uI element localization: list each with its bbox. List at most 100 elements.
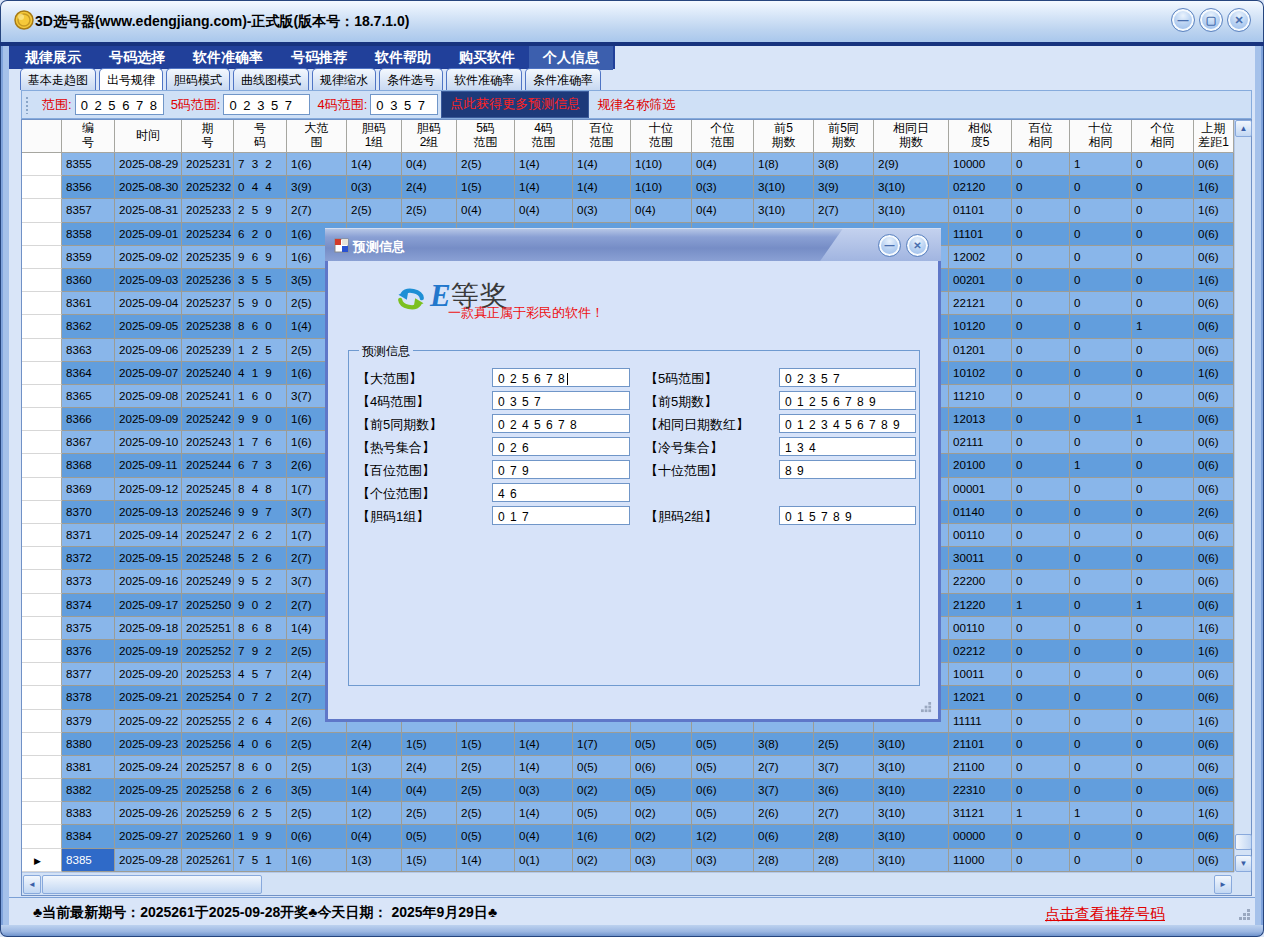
cell[interactable]: 2 6 4 (234, 710, 287, 733)
cell[interactable]: 1(4) (347, 779, 402, 802)
cell[interactable]: 2025249 (182, 570, 234, 593)
cell[interactable]: 2(4) (402, 756, 457, 779)
cell[interactable]: 01140 (949, 501, 1012, 524)
cell[interactable]: 2025-09-07 (115, 362, 182, 385)
cell[interactable]: 0 (1012, 385, 1070, 408)
cell[interactable]: 8369 (62, 478, 115, 501)
cell[interactable]: 2025-09-06 (115, 339, 182, 362)
cell[interactable]: 0(6) (287, 825, 347, 848)
cell[interactable]: 6 2 0 (234, 223, 287, 246)
cell[interactable]: 0 (1070, 570, 1132, 593)
cell[interactable]: 0 (1070, 385, 1132, 408)
cell[interactable]: 0 (1132, 663, 1194, 686)
cell[interactable]: 2025250 (182, 594, 234, 617)
cell[interactable]: 0(3) (631, 849, 692, 872)
cell[interactable]: 1(6) (573, 825, 631, 848)
cell[interactable]: 1(7) (573, 733, 631, 756)
cell[interactable]: 0 (1012, 849, 1070, 872)
cell[interactable]: 8361 (62, 292, 115, 315)
cell[interactable]: 2025-09-08 (115, 385, 182, 408)
cell[interactable]: 3(10) (874, 825, 949, 848)
cell[interactable]: 0 (1132, 825, 1194, 848)
scroll-right-button[interactable]: ► (1214, 875, 1232, 894)
cell[interactable]: 0 (1132, 153, 1194, 176)
cell[interactable]: 0 (1012, 339, 1070, 362)
cell[interactable]: 0 (1070, 339, 1132, 362)
menu-item-号码选择[interactable]: 号码选择 (95, 46, 179, 70)
cell[interactable]: 3(6) (814, 779, 874, 802)
cell[interactable]: 2025-09-13 (115, 501, 182, 524)
column-header[interactable]: 号 码 (234, 120, 287, 153)
cell[interactable]: 0 (1012, 362, 1070, 385)
cell[interactable]: 8363 (62, 339, 115, 362)
cell[interactable]: 12002 (949, 246, 1012, 269)
cell[interactable]: 8 6 0 (234, 756, 287, 779)
cell[interactable]: 8357 (62, 199, 115, 222)
cell[interactable]: 2025-09-26 (115, 802, 182, 825)
tab-出号规律[interactable]: 出号规律 (99, 68, 163, 90)
cell[interactable]: 0 (1012, 199, 1070, 222)
cell[interactable]: 1 2 5 (234, 339, 287, 362)
cell[interactable]: 21100 (949, 756, 1012, 779)
cell[interactable]: 21101 (949, 733, 1012, 756)
cell[interactable]: 0 (1012, 617, 1070, 640)
cell[interactable]: 2(7) (754, 756, 814, 779)
cell[interactable]: 8 6 8 (234, 617, 287, 640)
column-header[interactable]: 胆码 1组 (347, 120, 402, 153)
cell[interactable]: 8366 (62, 408, 115, 431)
row-indicator[interactable] (22, 246, 62, 269)
scroll-down-button[interactable]: ▼ (1235, 855, 1252, 872)
cell[interactable]: 0 (1132, 547, 1194, 570)
cell[interactable]: 2025-09-12 (115, 478, 182, 501)
cell[interactable]: 1 (1012, 802, 1070, 825)
cell[interactable]: 2025238 (182, 315, 234, 338)
cell[interactable]: 3(10) (874, 779, 949, 802)
cell[interactable]: 2(5) (457, 756, 515, 779)
cell[interactable]: 2025246 (182, 501, 234, 524)
cell[interactable]: 1 6 0 (234, 385, 287, 408)
cell[interactable]: 0 (1070, 710, 1132, 733)
cell[interactable]: 0 (1132, 570, 1194, 593)
cell[interactable]: 0(6) (1194, 686, 1234, 709)
row-indicator[interactable] (22, 431, 62, 454)
cell[interactable]: 0 (1070, 292, 1132, 315)
cell[interactable]: 0 (1012, 547, 1070, 570)
cell[interactable]: 1(4) (573, 153, 631, 176)
cell[interactable]: 0 (1132, 454, 1194, 477)
cell[interactable]: 0(6) (1194, 570, 1234, 593)
window-resize-grip[interactable] (1239, 909, 1251, 921)
cell[interactable]: 2(5) (287, 802, 347, 825)
cell[interactable]: 2(5) (814, 733, 874, 756)
cell[interactable]: 00201 (949, 269, 1012, 292)
cell[interactable]: 2(5) (457, 802, 515, 825)
cell[interactable]: 1(6) (1194, 802, 1234, 825)
cell[interactable]: 11210 (949, 385, 1012, 408)
cell[interactable]: 2025247 (182, 524, 234, 547)
row-indicator[interactable] (22, 478, 62, 501)
column-header[interactable]: 相似 度5 (949, 120, 1012, 153)
field-input[interactable]: 0 1 2 3 4 5 6 7 8 9 (779, 414, 916, 433)
cell[interactable]: 2025-09-16 (115, 570, 182, 593)
row-indicator[interactable] (22, 153, 62, 176)
cell[interactable]: 8384 (62, 825, 115, 848)
cell[interactable]: 3(7) (814, 756, 874, 779)
title-bar[interactable]: 3D选号器(www.edengjiang.com)-正式版(版本号：18.7.1… (0, 0, 1264, 42)
cell[interactable]: 0(6) (1194, 454, 1234, 477)
row-indicator[interactable] (22, 315, 62, 338)
cell[interactable]: 9 9 7 (234, 501, 287, 524)
field-input[interactable]: 8 9 (779, 460, 916, 479)
cell[interactable]: 8382 (62, 779, 115, 802)
cell[interactable]: 2(5) (457, 153, 515, 176)
cell[interactable]: 3(10) (874, 756, 949, 779)
cell[interactable]: 20100 (949, 454, 1012, 477)
cell[interactable]: 9 5 2 (234, 570, 287, 593)
cell[interactable]: 0(3) (692, 849, 754, 872)
column-header[interactable]: 5码 范围 (457, 120, 515, 153)
row-indicator[interactable] (22, 825, 62, 848)
cell[interactable]: 1 (1132, 408, 1194, 431)
row-indicator[interactable] (22, 176, 62, 199)
menu-item-个人信息[interactable]: 个人信息 (529, 46, 613, 70)
cell[interactable]: 1(2) (692, 825, 754, 848)
cell[interactable]: 0 (1070, 594, 1132, 617)
row-indicator[interactable] (22, 802, 62, 825)
